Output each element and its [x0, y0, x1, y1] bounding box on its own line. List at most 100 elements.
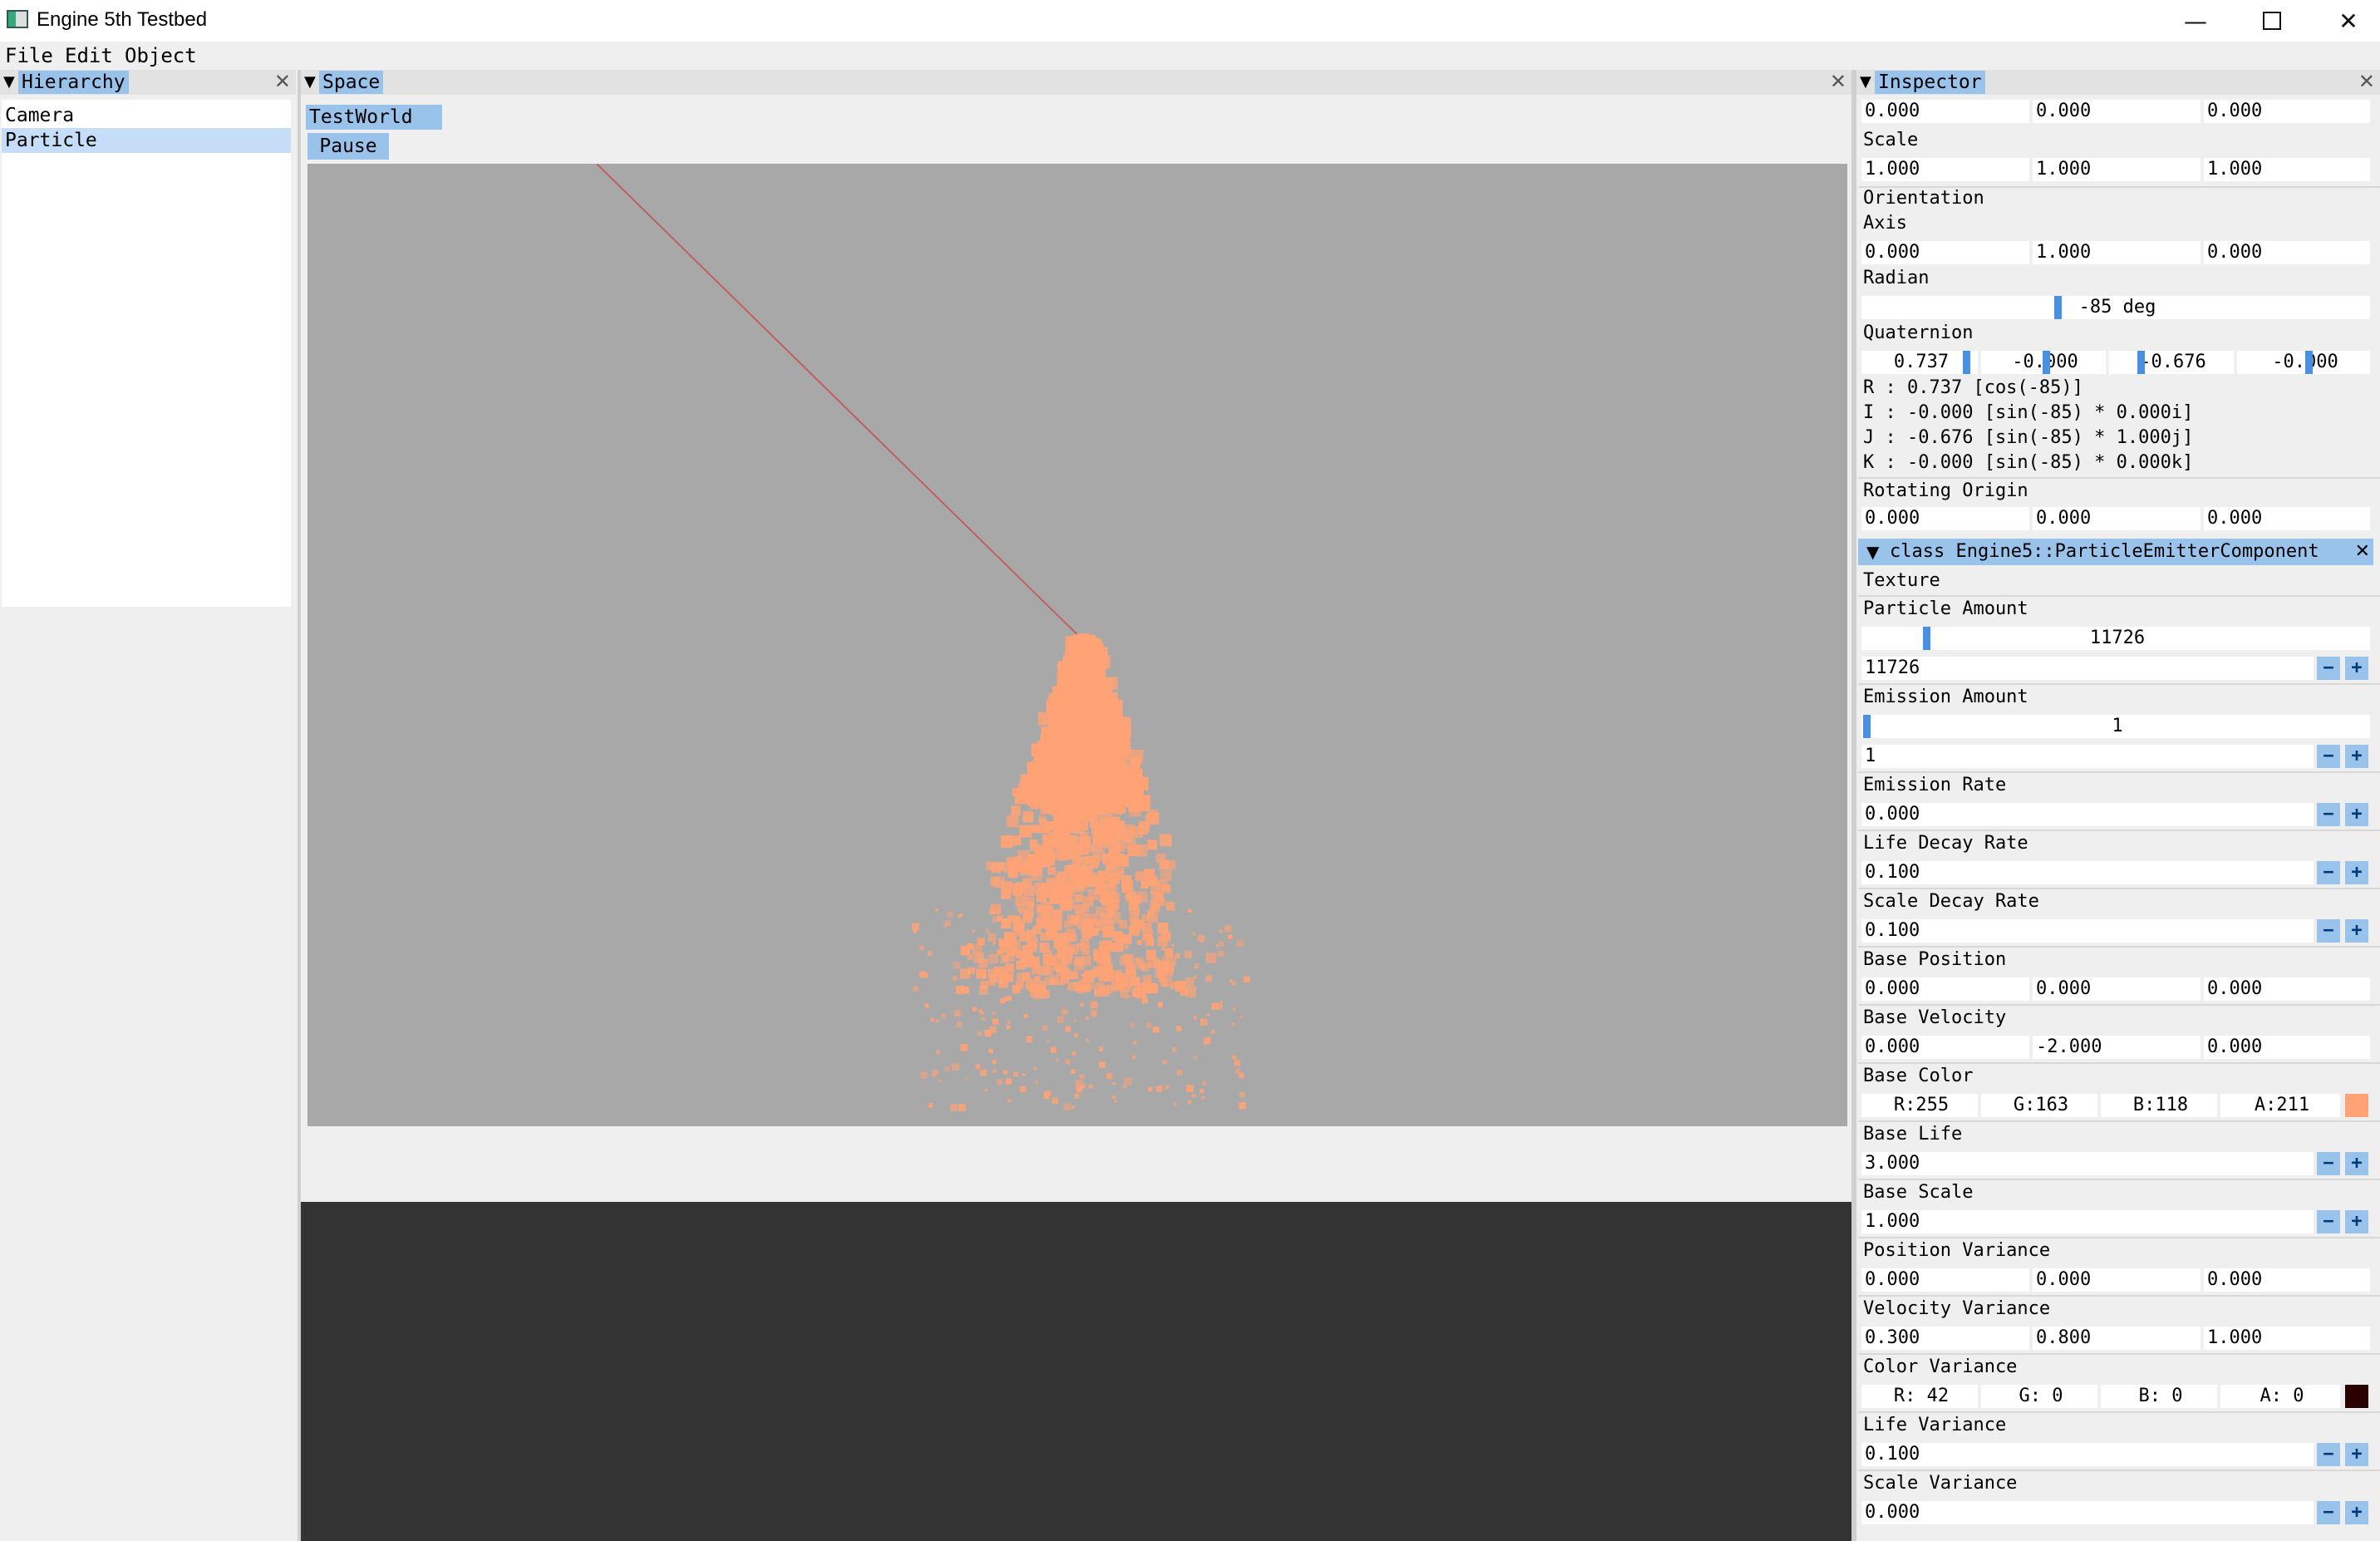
scale-decay-minus-button[interactable]: − — [2317, 919, 2340, 943]
maximize-icon[interactable] — [2234, 0, 2310, 42]
life-variance-minus-button[interactable]: − — [2317, 1443, 2340, 1466]
position-x-field[interactable]: 0.000 — [1861, 100, 2029, 123]
base-life-minus-button[interactable]: − — [2317, 1152, 2340, 1175]
quaternion-j-field[interactable]: -0.676 — [2109, 351, 2234, 374]
close-icon[interactable]: ✕ — [274, 70, 291, 93]
radian-slider-handle[interactable] — [2054, 296, 2062, 319]
scale-decay-plus-button[interactable]: + — [2345, 919, 2368, 943]
position-y-field[interactable]: 0.000 — [2033, 100, 2201, 123]
tab-testworld[interactable]: TestWorld — [306, 105, 442, 130]
hierarchy-panel-header[interactable]: ▼ Hierarchy ✕ — [0, 70, 296, 95]
rotating-origin-y-field[interactable]: 0.000 — [2033, 507, 2201, 530]
inspector-panel-header[interactable]: ▼ Inspector ✕ — [1856, 70, 2380, 95]
particle-amount-plus-button[interactable]: + — [2345, 657, 2368, 680]
life-variance-plus-button[interactable]: + — [2345, 1443, 2368, 1466]
scale-variance-plus-button[interactable]: + — [2345, 1501, 2368, 1524]
close-icon[interactable]: ✕ — [1830, 70, 1846, 93]
base-position-z-field[interactable]: 0.000 — [2204, 977, 2370, 1001]
color-variance-swatch[interactable] — [2345, 1385, 2368, 1408]
base-color-g-field[interactable]: G:163 — [1981, 1094, 2097, 1117]
close-icon[interactable]: ✕ — [2358, 70, 2375, 93]
emission-amount-slider[interactable]: 1 — [1861, 715, 2370, 738]
hierarchy-item-camera[interactable]: Camera — [2, 103, 291, 128]
position-variance-y-field[interactable]: 0.000 — [2033, 1268, 2201, 1292]
base-position-y-field[interactable]: 0.000 — [2033, 977, 2201, 1001]
particle-amount-input[interactable]: 11726 — [1861, 657, 2314, 680]
scale-decay-rate-input[interactable]: 0.100 — [1861, 919, 2314, 943]
scale-variance-minus-button[interactable]: − — [2317, 1501, 2340, 1524]
color-variance-r-field[interactable]: R: 42 — [1861, 1385, 1978, 1408]
menu-edit[interactable]: Edit — [65, 44, 113, 67]
pause-button[interactable]: Pause — [307, 133, 389, 160]
quaternion-j-handle[interactable] — [2137, 351, 2145, 374]
particle-amount-minus-button[interactable]: − — [2317, 657, 2340, 680]
color-variance-b-field[interactable]: B: 0 — [2101, 1385, 2217, 1408]
collapse-triangle-icon[interactable]: ▼ — [3, 73, 15, 91]
position-variance-z-field[interactable]: 0.000 — [2204, 1268, 2370, 1292]
quaternion-k-handle[interactable] — [2305, 351, 2313, 374]
collapse-triangle-icon[interactable]: ▼ — [1860, 73, 1871, 91]
emission-rate-input[interactable]: 0.000 — [1861, 803, 2314, 826]
rotating-origin-z-field[interactable]: 0.000 — [2204, 507, 2370, 530]
base-position-x-field[interactable]: 0.000 — [1861, 977, 2029, 1001]
emission-rate-minus-button[interactable]: − — [2317, 803, 2340, 826]
particle-amount-handle[interactable] — [1923, 627, 1930, 650]
life-decay-plus-button[interactable]: + — [2345, 861, 2368, 884]
base-life-input[interactable]: 3.000 — [1861, 1152, 2314, 1175]
base-scale-plus-button[interactable]: + — [2345, 1210, 2368, 1233]
scene-viewport[interactable] — [307, 164, 1847, 1126]
base-scale-minus-button[interactable]: − — [2317, 1210, 2340, 1233]
emission-rate-plus-button[interactable]: + — [2345, 803, 2368, 826]
collapse-triangle-icon[interactable]: ▼ — [1866, 539, 1879, 565]
menu-file[interactable]: File — [5, 44, 53, 67]
quaternion-k-field[interactable]: -0.000 — [2237, 351, 2370, 374]
particle — [1124, 945, 1129, 950]
emission-amount-minus-button[interactable]: − — [2317, 745, 2340, 768]
base-velocity-z-field[interactable]: 0.000 — [2204, 1036, 2370, 1059]
menu-object[interactable]: Object — [125, 44, 197, 67]
emission-amount-input[interactable]: 1 — [1861, 745, 2314, 768]
velocity-variance-x-field[interactable]: 0.300 — [1861, 1327, 2029, 1350]
base-life-plus-button[interactable]: + — [2345, 1152, 2368, 1175]
scale-variance-input[interactable]: 0.000 — [1861, 1501, 2314, 1524]
axis-z-field[interactable]: 0.000 — [2204, 241, 2370, 264]
position-z-field[interactable]: 0.000 — [2204, 100, 2370, 123]
base-color-r-field[interactable]: R:255 — [1861, 1094, 1978, 1117]
base-velocity-x-field[interactable]: 0.000 — [1861, 1036, 2029, 1059]
emission-amount-handle[interactable] — [1863, 715, 1871, 738]
particle-amount-slider[interactable]: 11726 — [1861, 627, 2370, 650]
scale-z-field[interactable]: 1.000 — [2204, 158, 2370, 181]
quaternion-r-field[interactable]: 0.737 — [1861, 351, 1978, 374]
life-variance-input[interactable]: 0.100 — [1861, 1443, 2314, 1466]
base-color-a-field[interactable]: A:211 — [2220, 1094, 2340, 1117]
scale-y-field[interactable]: 1.000 — [2033, 158, 2201, 181]
radian-slider[interactable]: -85 deg — [1861, 296, 2370, 319]
quaternion-r-handle[interactable] — [1963, 351, 1970, 374]
quaternion-i-handle[interactable] — [2043, 351, 2050, 374]
life-decay-minus-button[interactable]: − — [2317, 861, 2340, 884]
remove-component-icon[interactable]: ✕ — [2355, 539, 2370, 565]
hierarchy-item-particle[interactable]: Particle — [2, 128, 291, 153]
base-velocity-y-field[interactable]: -2.000 — [2033, 1036, 2201, 1059]
rotating-origin-x-field[interactable]: 0.000 — [1861, 507, 2029, 530]
axis-x-field[interactable]: 0.000 — [1861, 241, 2029, 264]
life-decay-rate-input[interactable]: 0.100 — [1861, 861, 2314, 884]
axis-y-field[interactable]: 1.000 — [2033, 241, 2201, 264]
minimize-icon[interactable]: — — [2157, 0, 2234, 42]
particle-emitter-component-header[interactable]: ▼ class Engine5::ParticleEmitterComponen… — [1858, 539, 2373, 565]
space-panel-header[interactable]: ▼ Space ✕ — [301, 70, 1851, 95]
velocity-variance-z-field[interactable]: 1.000 — [2204, 1327, 2370, 1350]
color-variance-a-field[interactable]: A: 0 — [2220, 1385, 2340, 1408]
close-icon[interactable]: ✕ — [2310, 0, 2380, 42]
base-color-b-field[interactable]: B:118 — [2101, 1094, 2217, 1117]
panel-divider[interactable] — [1851, 70, 1856, 1541]
base-scale-input[interactable]: 1.000 — [1861, 1210, 2314, 1233]
velocity-variance-y-field[interactable]: 0.800 — [2033, 1327, 2201, 1350]
particle — [1115, 940, 1123, 948]
position-variance-x-field[interactable]: 0.000 — [1861, 1268, 2029, 1292]
scale-x-field[interactable]: 1.000 — [1861, 158, 2029, 181]
collapse-triangle-icon[interactable]: ▼ — [304, 73, 316, 91]
base-color-swatch[interactable] — [2345, 1094, 2368, 1117]
color-variance-g-field[interactable]: G: 0 — [1981, 1385, 2097, 1408]
emission-amount-plus-button[interactable]: + — [2345, 745, 2368, 768]
